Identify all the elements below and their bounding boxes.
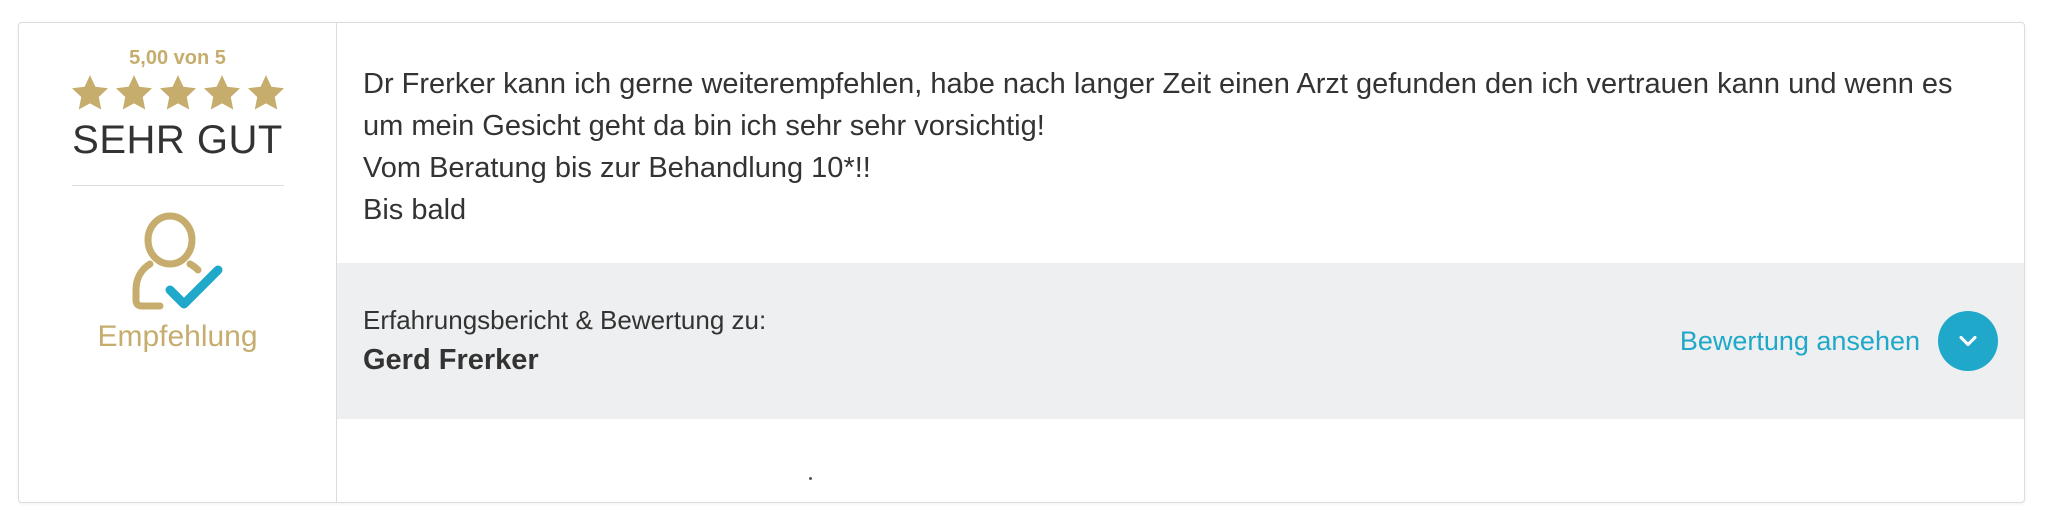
star-icon [247,75,284,110]
review-content: Dr Frerker kann ich gerne weiterempfehle… [337,23,2024,502]
review-line: Bis bald [363,194,467,226]
recommendation-label: Empfehlung [97,320,258,353]
star-icon [159,75,196,110]
divider [71,185,284,186]
rating-score: 5,00 von 5 [129,47,226,69]
view-review-label[interactable]: Bewertung ansehen [1680,326,1920,357]
dot-marker [809,477,812,480]
rating-verdict: SEHR GUT [72,118,283,162]
subject-name: Gerd Frerker [363,344,539,376]
subject-caption: Erfahrungsbericht & Bewertung zu: [363,305,767,335]
star-icon [203,75,240,110]
view-review-link[interactable]: Bewertung ansehen [1680,311,1998,371]
chevron-down-icon[interactable] [1938,311,1998,371]
star-rating [69,72,287,114]
user-check-icon [132,212,222,310]
review-subject: Erfahrungsbericht & Bewertung zu: Gerd F… [363,305,766,377]
rating-panel: 5,00 von 5 SEHR GUT Empfehlung [19,23,337,502]
star-icon [115,75,152,110]
star-icon [71,75,108,110]
review-line: Dr Frerker kann ich gerne weiterempfehle… [363,68,1953,142]
review-line: Vom Beratung bis zur Behandlung 10*!! [363,152,871,184]
review-subject-bar: Erfahrungsbericht & Bewertung zu: Gerd F… [337,263,2024,419]
review-text: Dr Frerker kann ich gerne weiterempfehle… [337,23,2024,263]
review-card: 5,00 von 5 SEHR GUT Empfehlung Dr Frerke… [18,22,2025,503]
